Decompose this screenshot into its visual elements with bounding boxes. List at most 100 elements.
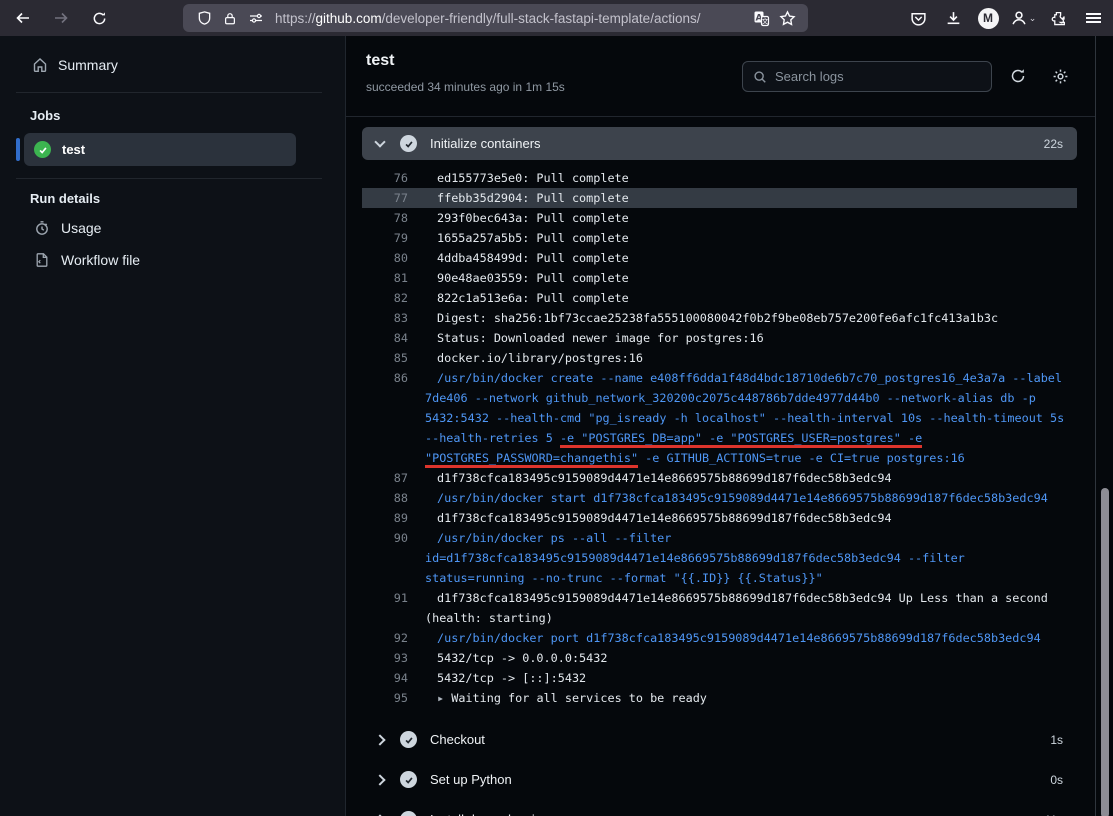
reload-icon[interactable]	[84, 3, 114, 33]
line-text: 5432/tcp -> 0.0.0.0:5432	[437, 648, 607, 668]
log-line[interactable]: 88/usr/bin/docker start d1f738cfca183495…	[362, 488, 1077, 508]
bookmark-star-icon[interactable]	[774, 6, 800, 30]
log-line[interactable]: 791655a257a5b5: Pull complete	[362, 228, 1077, 248]
step-header-install-dependencies[interactable]: Install dependencies11s	[362, 803, 1077, 816]
line-text: /usr/bin/docker create --name e408ff6dda…	[437, 368, 1062, 388]
log-line[interactable]: --health-retries 5 -e "POSTGRES_DB=app" …	[362, 428, 1077, 448]
job-log-panel: test succeeded 34 minutes ago in 1m 15s …	[346, 36, 1095, 816]
log-line[interactable]: "POSTGRES_PASSWORD=changethis" -e GITHUB…	[362, 448, 1077, 468]
menu-icon[interactable]	[1079, 4, 1107, 32]
timer-icon	[34, 220, 50, 236]
line-number: 88	[362, 488, 408, 508]
log-line[interactable]: 77 ffebb35d2904: Pull complete	[362, 188, 1077, 208]
url-text: https://github.com/developer-friendly/fu…	[275, 11, 748, 26]
refresh-logs-icon[interactable]	[1006, 64, 1030, 88]
log-line[interactable]: 95▸ Waiting for all services to be ready	[362, 688, 1077, 708]
log-line[interactable]: 87d1f738cfca183495c9159089d4471e14e86695…	[362, 468, 1077, 488]
permissions-icon[interactable]	[243, 6, 269, 30]
step-header-initialize-containers[interactable]: Initialize containers 22s	[362, 127, 1077, 160]
log-line[interactable]: id=d1f738cfca183495c9159089d4471e14e8669…	[362, 548, 1077, 568]
scrollbar[interactable]	[1101, 488, 1109, 816]
log-line[interactable]: 90/usr/bin/docker ps --all --filter	[362, 528, 1077, 548]
line-text: 5432/tcp -> [::]:5432	[437, 668, 586, 688]
sidebar-item-job-test[interactable]: test	[24, 133, 296, 166]
line-text: /usr/bin/docker start d1f738cfca183495c9…	[437, 488, 1048, 508]
line-number: 87	[362, 468, 408, 488]
log-text: ed155773e5e0: Pull complete	[437, 171, 629, 185]
translate-icon[interactable]: A文	[748, 6, 774, 30]
chevron-right-icon	[374, 774, 385, 785]
search-icon	[753, 70, 767, 84]
line-number: 77	[362, 188, 408, 208]
divider	[16, 92, 322, 93]
sidebar-item-workflow-file[interactable]: Workflow file	[34, 252, 140, 268]
pocket-icon[interactable]	[904, 4, 932, 32]
log-text: d1f738cfca183495c9159089d4471e14e8669575…	[437, 591, 1048, 605]
log-line[interactable]: 80 4ddba458499d: Pull complete	[362, 248, 1077, 268]
log-line[interactable]: 78293f0bec643a: Pull complete	[362, 208, 1077, 228]
step-success-icon	[400, 811, 417, 816]
shield-icon[interactable]	[191, 6, 217, 30]
annotated-log-text: -e "POSTGRES_DB=app" -e "POSTGRES_USER=p…	[560, 431, 922, 448]
step-success-icon	[400, 731, 417, 748]
log-text: Digest: sha256:1bf73ccae25238fa555100080…	[437, 311, 998, 325]
expand-group-icon[interactable]: ▸	[437, 691, 451, 705]
svg-text:文: 文	[761, 16, 768, 25]
download-icon[interactable]	[939, 4, 967, 32]
log-line[interactable]: 76ed155773e5e0: Pull complete	[362, 168, 1077, 188]
line-text: Digest: sha256:1bf73ccae25238fa555100080…	[437, 308, 998, 328]
line-text: (health: starting)	[425, 608, 553, 628]
log-line[interactable]: 945432/tcp -> [::]:5432	[362, 668, 1077, 688]
forward-icon[interactable]	[46, 3, 76, 33]
collapsed-steps: Checkout1s Set up Python0s Install depende…	[362, 723, 1077, 816]
log-text: d1f738cfca183495c9159089d4471e14e8669575…	[437, 511, 892, 525]
search-logs-input[interactable]	[775, 69, 981, 84]
line-number: 84	[362, 328, 408, 348]
log-text: 4ddba458499d: Pull complete	[437, 251, 629, 265]
log-line[interactable]: 83Digest: sha256:1bf73ccae25238fa5551000…	[362, 308, 1077, 328]
log-text: ffebb35d2904: Pull complete	[437, 191, 629, 205]
log-text: /usr/bin/docker ps --all --filter	[437, 531, 671, 545]
log-line[interactable]: 89d1f738cfca183495c9159089d4471e14e86695…	[362, 508, 1077, 528]
panel-right-divider	[1095, 36, 1096, 816]
log-line[interactable]: status=running --no-trunc --format "{{.I…	[362, 568, 1077, 588]
account-icon[interactable]: ⌄	[1009, 4, 1037, 32]
sidebar-item-usage[interactable]: Usage	[34, 220, 101, 236]
line-text: ffebb35d2904: Pull complete	[437, 188, 629, 208]
line-text: /usr/bin/docker port d1f738cfca183495c91…	[437, 628, 1041, 648]
address-bar[interactable]: https://github.com/developer-friendly/fu…	[183, 4, 808, 32]
step-success-icon	[400, 771, 417, 788]
back-icon[interactable]	[8, 3, 38, 33]
sidebar-item-label: Summary	[58, 57, 118, 73]
container-avatar[interactable]: M	[974, 4, 1002, 32]
extension-icon[interactable]	[1044, 4, 1072, 32]
sidebar-item-summary[interactable]: Summary	[32, 57, 118, 73]
log-line[interactable]: 7de406 --network github_network_320200c2…	[362, 388, 1077, 408]
line-text: d1f738cfca183495c9159089d4471e14e8669575…	[437, 588, 1048, 608]
log-line[interactable]: 91d1f738cfca183495c9159089d4471e14e86695…	[362, 588, 1077, 608]
jobs-heading: Jobs	[30, 108, 60, 123]
line-text: 1655a257a5b5: Pull complete	[437, 228, 629, 248]
log-line[interactable]: 85docker.io/library/postgres:16	[362, 348, 1077, 368]
gear-icon[interactable]	[1048, 64, 1072, 88]
step-header-checkout[interactable]: Checkout1s	[362, 723, 1077, 756]
step-header-set-up-python[interactable]: Set up Python0s	[362, 763, 1077, 796]
log-line[interactable]: 92/usr/bin/docker port d1f738cfca183495c…	[362, 628, 1077, 648]
search-logs-box[interactable]	[742, 61, 992, 92]
log-line[interactable]: 86/usr/bin/docker create --name e408ff6d…	[362, 368, 1077, 388]
step-title: Checkout	[430, 732, 485, 747]
log-line[interactable]: 5432:5432 --health-cmd "pg_isready -h lo…	[362, 408, 1077, 428]
log-line[interactable]: 8190e48ae03559: Pull complete	[362, 268, 1077, 288]
sidebar: Summary Jobs test Run details Usage Work…	[0, 36, 346, 816]
log-text: 5432/tcp -> 0.0.0.0:5432	[437, 651, 607, 665]
log-line[interactable]: 935432/tcp -> 0.0.0.0:5432	[362, 648, 1077, 668]
success-check-icon	[34, 141, 51, 158]
lock-icon[interactable]	[217, 6, 243, 30]
log-text: 5432/tcp -> [::]:5432	[437, 671, 586, 685]
log-line[interactable]: (health: starting)	[362, 608, 1077, 628]
log-line[interactable]: 84Status: Downloaded newer image for pos…	[362, 328, 1077, 348]
log-line[interactable]: 82822c1a513e6a: Pull complete	[362, 288, 1077, 308]
line-number: 80	[362, 248, 408, 268]
log-text: 5432:5432 --health-cmd "pg_isready -h lo…	[425, 411, 1064, 425]
browser-toolbar: https://github.com/developer-friendly/fu…	[0, 0, 1113, 36]
